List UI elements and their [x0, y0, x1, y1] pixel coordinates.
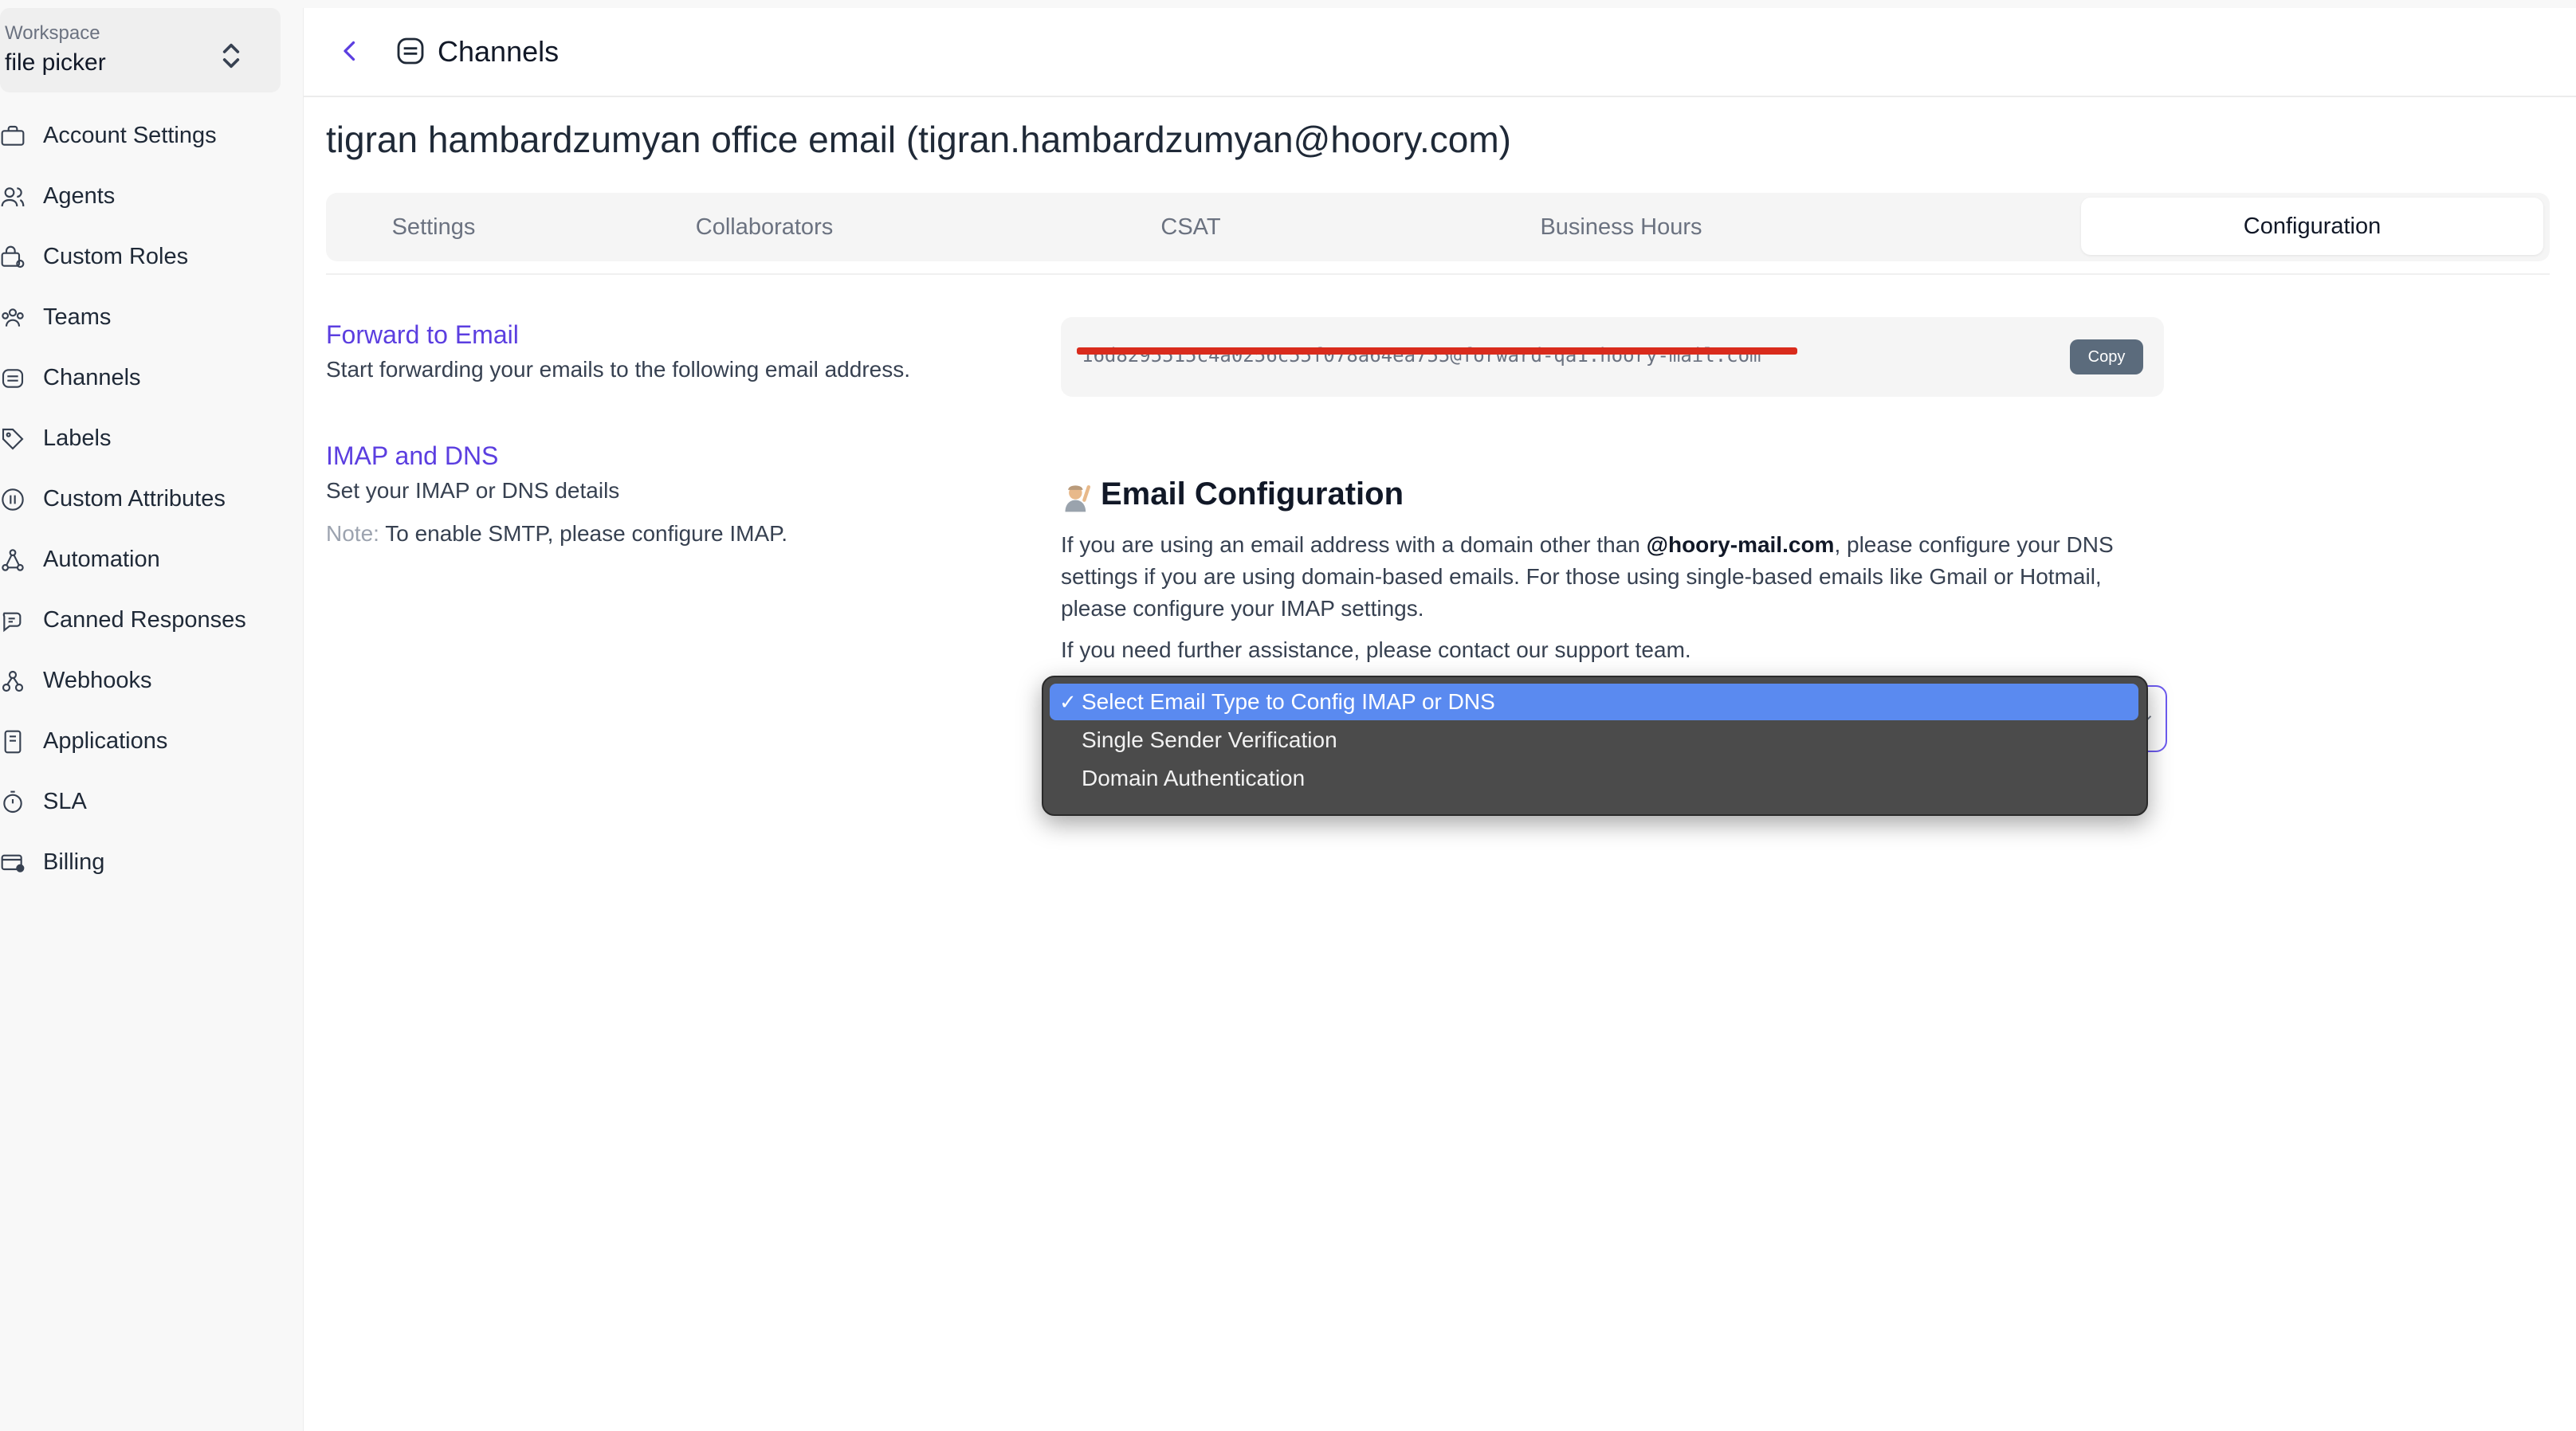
inbox-icon [2, 369, 24, 388]
sidebar-item-teams[interactable]: Teams [0, 295, 287, 339]
email-configuration-title: Email Configuration [1101, 476, 1404, 512]
sidebar-item-label: Account Settings [43, 122, 217, 148]
config-text-before: If you are using an email address with a… [1061, 532, 1647, 557]
forward-address-box: 16d8295515c4a0256c55f078a64ea755@forward… [1061, 317, 2164, 397]
tab-settings[interactable]: Settings [326, 193, 541, 261]
tab-csat[interactable]: CSAT [988, 193, 1394, 261]
option-label: Domain Authentication [1082, 766, 1306, 790]
note-label: Note: [326, 521, 379, 546]
sidebar-item-automation[interactable]: Automation [0, 537, 287, 582]
forward-section-description: Start forwarding your emails to the foll… [326, 357, 911, 382]
workspace-switcher[interactable]: Workspace file picker [0, 8, 281, 92]
attribute-icon [2, 488, 24, 511]
sidebar-item-label: Labels [43, 425, 112, 451]
tag-icon [2, 428, 24, 450]
sidebar-item-webhooks[interactable]: Webhooks [0, 658, 287, 703]
sidebar-item-label: Automation [43, 546, 160, 572]
workspace-caption: Workspace [5, 22, 100, 44]
sidebar-item-channels[interactable]: Channels [0, 355, 287, 400]
sidebar-item-label: Channels [43, 364, 141, 390]
sidebar-item-label: Custom Roles [43, 243, 189, 269]
imap-section-title: IMAP and DNS [326, 441, 499, 470]
sidebar-item-agents[interactable]: Agents [0, 174, 287, 218]
back-arrow-icon[interactable] [336, 37, 364, 65]
dropdown-option-single-sender[interactable]: Single Sender Verification [1050, 722, 2138, 759]
sidebar-item-custom-attributes[interactable]: Custom Attributes [0, 476, 287, 521]
sidebar-item-billing[interactable]: Billing [0, 840, 287, 884]
sidebar-item-label: Applications [43, 727, 168, 754]
main-panel: Channels tigran hambardzumyan office ema… [303, 8, 2576, 1431]
sidebar: Workspace file picker Account Settings A… [0, 0, 299, 1431]
person-raising-hand-emoji-icon [1065, 484, 1091, 512]
timer-icon [3, 790, 22, 814]
config-domain: @hoory-mail.com [1646, 532, 1835, 557]
sidebar-item-label: Billing [43, 849, 105, 875]
sidebar-item-account-settings[interactable]: Account Settings [0, 113, 287, 158]
redaction-line [1077, 347, 1797, 355]
checkmark-icon: ✓ [1059, 689, 1077, 714]
billing-icon [1, 854, 25, 872]
inbox-icon [397, 37, 424, 65]
sidebar-item-custom-roles[interactable]: Custom Roles [0, 234, 287, 279]
workspace-name: file picker [5, 49, 106, 76]
users-icon [1, 187, 25, 207]
team-icon [2, 308, 24, 327]
applications-icon [4, 730, 22, 754]
copy-button[interactable]: Copy [2070, 339, 2143, 374]
tab-configuration[interactable]: Configuration [2081, 198, 2543, 255]
chevron-up-down-icon[interactable] [215, 40, 247, 72]
sidebar-item-sla[interactable]: SLA [0, 779, 287, 824]
tab-collaborators[interactable]: Collaborators [541, 193, 988, 261]
tab-business-hours[interactable]: Business Hours [1394, 193, 1848, 261]
sidebar-item-canned-responses[interactable]: Canned Responses [0, 598, 287, 642]
option-label: Select Email Type to Config IMAP or DNS [1082, 689, 1495, 714]
briefcase-icon [1, 125, 25, 146]
forward-section-title: Forward to Email [326, 320, 519, 349]
dropdown-option-select-email-type[interactable]: ✓ Select Email Type to Config IMAP or DN… [1050, 684, 2138, 720]
assistance-text: If you need further assistance, please c… [1061, 637, 1691, 662]
email-configuration-text: If you are using an email address with a… [1061, 529, 2169, 625]
sidebar-item-label: Canned Responses [43, 606, 246, 633]
webhook-icon [2, 670, 24, 692]
role-icon [1, 245, 25, 269]
sidebar-item-label: SLA [43, 788, 87, 814]
divider [326, 273, 2550, 275]
sidebar-item-applications[interactable]: Applications [0, 719, 287, 763]
sidebar-item-label: Teams [43, 304, 112, 330]
option-label: Single Sender Verification [1082, 727, 1337, 752]
tab-bar: Settings Collaborators CSAT Business Hou… [326, 193, 2550, 261]
email-type-dropdown-menu: ✓ Select Email Type to Config IMAP or DN… [1042, 676, 2148, 816]
sidebar-item-label: Custom Attributes [43, 485, 226, 512]
chat-icon [2, 612, 22, 633]
smtp-note: Note: To enable SMTP, please configure I… [326, 521, 787, 547]
inbox-title: tigran hambardzumyan office email (tigra… [326, 119, 1511, 160]
sidebar-item-label: Webhooks [43, 667, 152, 693]
sidebar-item-labels[interactable]: Labels [0, 416, 287, 461]
imap-section-description: Set your IMAP or DNS details [326, 478, 620, 503]
note-text: To enable SMTP, please configure IMAP. [379, 521, 788, 546]
sidebar-item-label: Agents [43, 182, 116, 209]
dropdown-option-domain-authentication[interactable]: Domain Authentication [1050, 760, 2138, 797]
automation-icon [2, 549, 24, 571]
page-title: Channels [438, 35, 560, 68]
top-bar: Channels [304, 8, 2576, 97]
